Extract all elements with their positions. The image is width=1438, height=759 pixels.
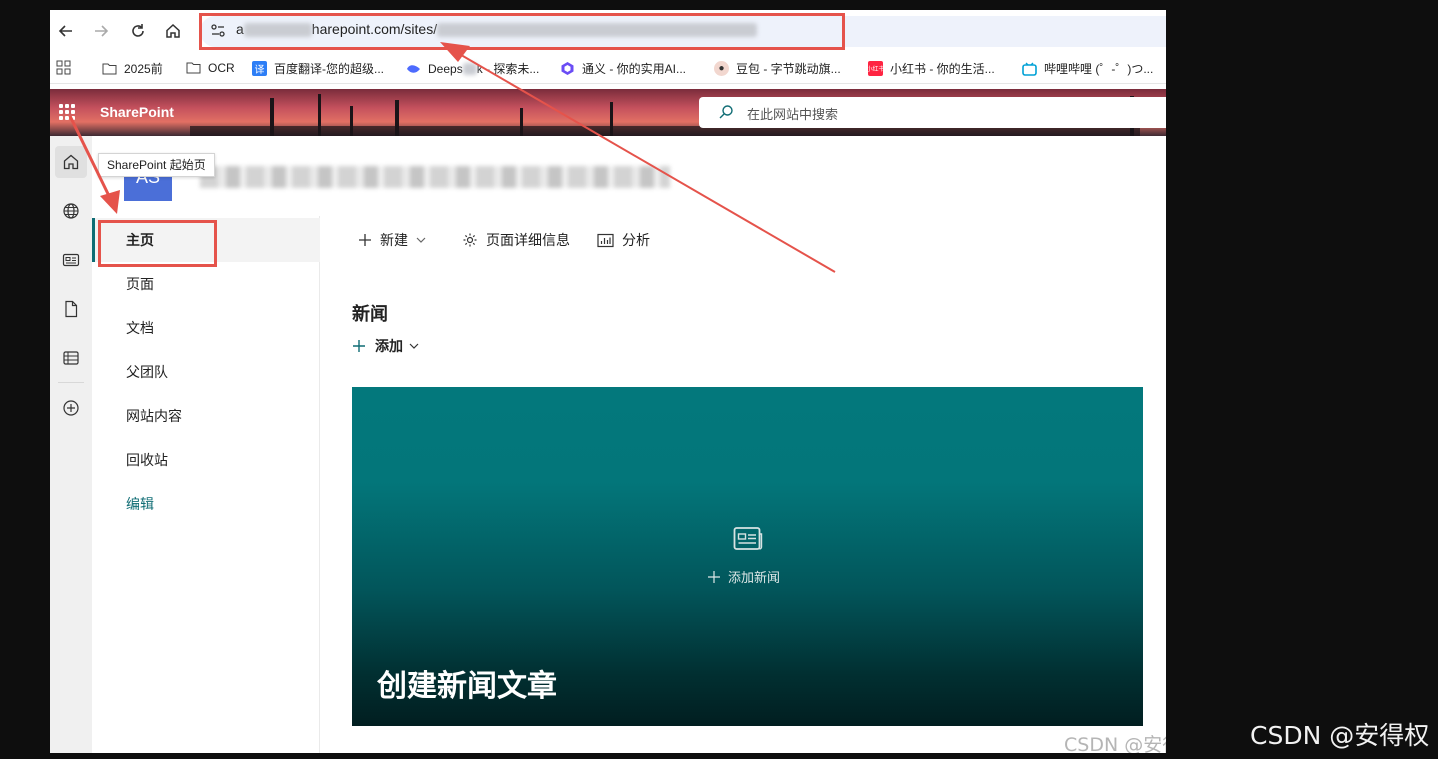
globe-icon[interactable] [55,195,87,227]
add-circle-icon[interactable] [55,392,87,424]
annotation-box-home [98,220,217,267]
watermark-small: CSDN @安得权 [1064,734,1166,753]
page-details-button[interactable]: 页面详细信息 [462,230,570,250]
sharepoint-home-icon[interactable] [55,146,87,178]
site-navigation: 主页 页面 文档 父团队 网站内容 回收站 编辑 [92,216,320,753]
document-icon[interactable] [55,293,87,325]
rail-divider [58,382,84,383]
folder-icon [102,61,117,76]
plus-icon [359,234,371,246]
browser-window: a harepoint.com/sites/ 2025前 OCR 译 百度翻译-您… [50,10,1166,753]
bookmark-link[interactable]: 小红书 小红书 - 你的生活... [867,60,995,77]
bookmark-folder[interactable]: 2025前 [102,60,163,77]
suite-bar: SharePoint 在此网站中搜索 [50,89,1166,136]
folder-icon [186,60,201,75]
plus-icon [353,340,365,352]
nav-item-recycle-bin[interactable]: 回收站 [92,438,320,482]
site-search-box[interactable]: 在此网站中搜索 [699,97,1166,128]
add-news-link[interactable]: 添加新闻 [708,567,780,586]
plus-icon [708,570,720,583]
back-icon[interactable] [54,19,78,43]
chevron-down-icon [416,237,426,243]
deepseek-icon [406,61,421,76]
nav-edit-link[interactable]: 编辑 [92,482,320,526]
news-article-icon [733,527,763,550]
site-title-redacted [200,166,670,188]
chart-icon [597,233,614,247]
reload-icon[interactable] [126,19,150,43]
bookmark-link[interactable]: ● 豆包 - 字节跳动旗... [714,60,841,77]
news-icon[interactable] [55,244,87,276]
sharepoint-brand[interactable]: SharePoint [100,104,174,120]
bookmark-link[interactable]: 译 百度翻译-您的超级... [252,60,384,77]
forward-icon[interactable] [89,19,113,43]
doubao-icon: ● [714,61,729,76]
app-rail [50,136,92,753]
apps-icon[interactable] [56,60,71,75]
baidu-translate-icon: 译 [252,61,267,76]
nav-item-documents[interactable]: 文档 [92,306,320,350]
xiaohongshu-icon: 小红书 [867,61,885,76]
bookmarks-bar: 2025前 OCR 译 百度翻译-您的超级... Deeps k - 探索未...… [50,52,1166,84]
search-placeholder: 在此网站中搜索 [747,108,839,123]
news-card-title: 创建新闻文章 [377,669,557,704]
nav-item-parent-team[interactable]: 父团队 [92,350,320,394]
nav-item-site-contents[interactable]: 网站内容 [92,394,320,438]
tongyi-icon [560,61,575,76]
new-button[interactable]: 新建 [358,230,426,250]
bookmark-link[interactable]: Deeps k - 探索未... [406,60,539,77]
news-heading: 新闻 [352,304,388,325]
bookmark-folder[interactable]: OCR [186,60,235,75]
bookmark-link[interactable]: 哔哩哔哩 (゜-゜)つ... [1022,60,1153,77]
analytics-button[interactable]: 分析 [597,230,650,250]
lists-icon[interactable] [55,342,87,374]
app-launcher-icon[interactable] [59,104,75,120]
rail-tooltip: SharePoint 起始页 [98,153,215,177]
chevron-down-icon [409,343,419,349]
search-icon [719,105,733,119]
nav-item-pages[interactable]: 页面 [92,262,320,306]
news-placeholder-card[interactable]: 添加新闻 创建新闻文章 [352,387,1143,726]
annotation-box-url [199,13,845,50]
gear-icon [463,233,477,247]
bilibili-icon [1022,61,1037,76]
bookmark-link[interactable]: 通义 - 你的实用AI... [560,60,686,77]
watermark-large: CSDN @安得权 [1250,721,1430,750]
add-news-dropdown[interactable]: 添加 [352,336,419,356]
home-icon[interactable] [161,19,185,43]
